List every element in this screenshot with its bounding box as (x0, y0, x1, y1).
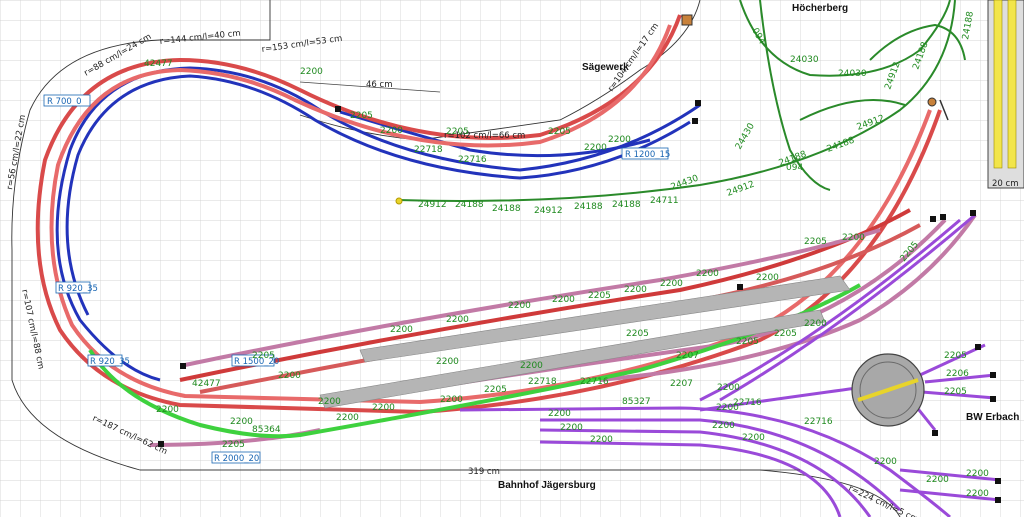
svg-text:2207: 2207 (676, 351, 699, 361)
svg-text:2206: 2206 (946, 369, 969, 379)
svg-text:2205: 2205 (484, 385, 507, 395)
svg-text:2205: 2205 (944, 387, 967, 397)
svg-text:R 700_0: R 700_0 (47, 97, 82, 107)
track-plan-canvas[interactable]: Sägewerk Höcherberg BW Erbach Bahnhof Jä… (0, 0, 1024, 517)
svg-text:2205: 2205 (446, 127, 469, 137)
svg-text:24188: 24188 (492, 204, 521, 214)
staging-yard (987, 0, 1024, 189)
svg-text:24188: 24188 (612, 200, 641, 210)
svg-text:2200: 2200 (230, 417, 253, 427)
svg-text:2200: 2200 (696, 269, 719, 279)
svg-text:2200: 2200 (660, 279, 683, 289)
svg-text:2200: 2200 (717, 383, 740, 393)
svg-text:2200: 2200 (560, 423, 583, 433)
svg-text:R 2000_20: R 2000_20 (214, 454, 259, 464)
svg-text:2200: 2200 (608, 135, 631, 145)
svg-text:2200: 2200 (278, 371, 301, 381)
svg-text:094: 094 (786, 163, 803, 173)
svg-text:2200: 2200 (508, 301, 531, 311)
svg-text:R 1200_15: R 1200_15 (625, 150, 670, 160)
svg-text:22718: 22718 (528, 377, 557, 387)
svg-text:2200: 2200 (966, 489, 989, 499)
svg-text:24188: 24188 (574, 202, 603, 212)
svg-text:22718: 22718 (414, 145, 443, 155)
dim-bottom-width: 319 cm (468, 467, 500, 477)
svg-text:2200: 2200 (756, 273, 779, 283)
svg-text:22716: 22716 (804, 417, 833, 427)
svg-text:2200: 2200 (874, 457, 897, 467)
svg-text:2205: 2205 (736, 337, 759, 347)
svg-text:22716: 22716 (733, 398, 762, 408)
label-hoecherberg: Höcherberg (792, 3, 848, 14)
svg-text:2205: 2205 (548, 127, 571, 137)
svg-text:42477: 42477 (192, 379, 221, 389)
svg-text:2205: 2205 (944, 351, 967, 361)
label-bahnhof: Bahnhof Jägersburg (498, 480, 596, 491)
svg-text:24188: 24188 (455, 200, 484, 210)
svg-text:85327: 85327 (622, 397, 651, 407)
svg-text:2200: 2200 (336, 413, 359, 423)
svg-text:2200: 2200 (590, 435, 613, 445)
dim-scale-box: 20 cm (992, 179, 1018, 189)
svg-text:2205: 2205 (588, 291, 611, 301)
svg-text:22716: 22716 (458, 155, 487, 165)
svg-text:2205: 2205 (222, 440, 245, 450)
svg-text:2200: 2200 (436, 357, 459, 367)
svg-text:24912: 24912 (534, 206, 563, 216)
svg-text:2200: 2200 (804, 319, 827, 329)
svg-text:2200: 2200 (548, 409, 571, 419)
svg-text:2205: 2205 (774, 329, 797, 339)
svg-text:2200: 2200 (624, 285, 647, 295)
svg-text:2200: 2200 (380, 126, 403, 136)
svg-text:2200: 2200 (584, 143, 607, 153)
dim-top-width: 46 cm (366, 80, 392, 90)
svg-text:2205: 2205 (804, 237, 827, 247)
svg-text:2200: 2200 (318, 397, 341, 407)
svg-text:2205: 2205 (626, 329, 649, 339)
svg-text:2207: 2207 (670, 379, 693, 389)
svg-text:R 920_35: R 920_35 (90, 357, 130, 367)
green-track-end-marker (395, 197, 403, 205)
svg-text:24711: 24711 (650, 196, 679, 206)
svg-text:2200: 2200 (156, 405, 179, 415)
svg-text:2205: 2205 (252, 351, 275, 361)
svg-text:2200: 2200 (842, 233, 865, 243)
svg-text:2200: 2200 (372, 403, 395, 413)
svg-text:24912: 24912 (418, 200, 447, 210)
svg-text:2200: 2200 (966, 469, 989, 479)
svg-text:42477: 42477 (144, 59, 173, 69)
grid-background (0, 0, 1024, 517)
svg-text:24030: 24030 (790, 55, 819, 65)
svg-text:2200: 2200 (440, 395, 463, 405)
svg-text:85364: 85364 (252, 425, 281, 435)
svg-text:R 920_35: R 920_35 (58, 284, 98, 294)
radius-label-r700: R 700_0 (43, 94, 91, 107)
svg-text:2200: 2200 (390, 325, 413, 335)
svg-text:2200: 2200 (712, 421, 735, 431)
radius-label-r920a: R 920_35 (55, 281, 98, 294)
svg-text:2205: 2205 (350, 111, 373, 121)
svg-text:2200: 2200 (742, 433, 765, 443)
svg-text:22716: 22716 (580, 377, 609, 387)
label-bw-erbach: BW Erbach (966, 412, 1019, 423)
svg-text:2200: 2200 (520, 361, 543, 371)
svg-text:2200: 2200 (446, 315, 469, 325)
track-plan: Sägewerk Höcherberg BW Erbach Bahnhof Jä… (0, 0, 1024, 517)
semaphore-icon (681, 14, 693, 26)
svg-text:24030: 24030 (838, 69, 867, 79)
radius-label-r1200: R 1200_15 (621, 147, 670, 160)
svg-text:2200: 2200 (300, 67, 323, 77)
svg-text:2200: 2200 (552, 295, 575, 305)
svg-text:2200: 2200 (926, 475, 949, 485)
turntable[interactable] (851, 353, 925, 427)
radius-label-r920b: R 920_35 (87, 354, 130, 367)
radius-label-r2000: R 2000_20 (211, 451, 261, 464)
